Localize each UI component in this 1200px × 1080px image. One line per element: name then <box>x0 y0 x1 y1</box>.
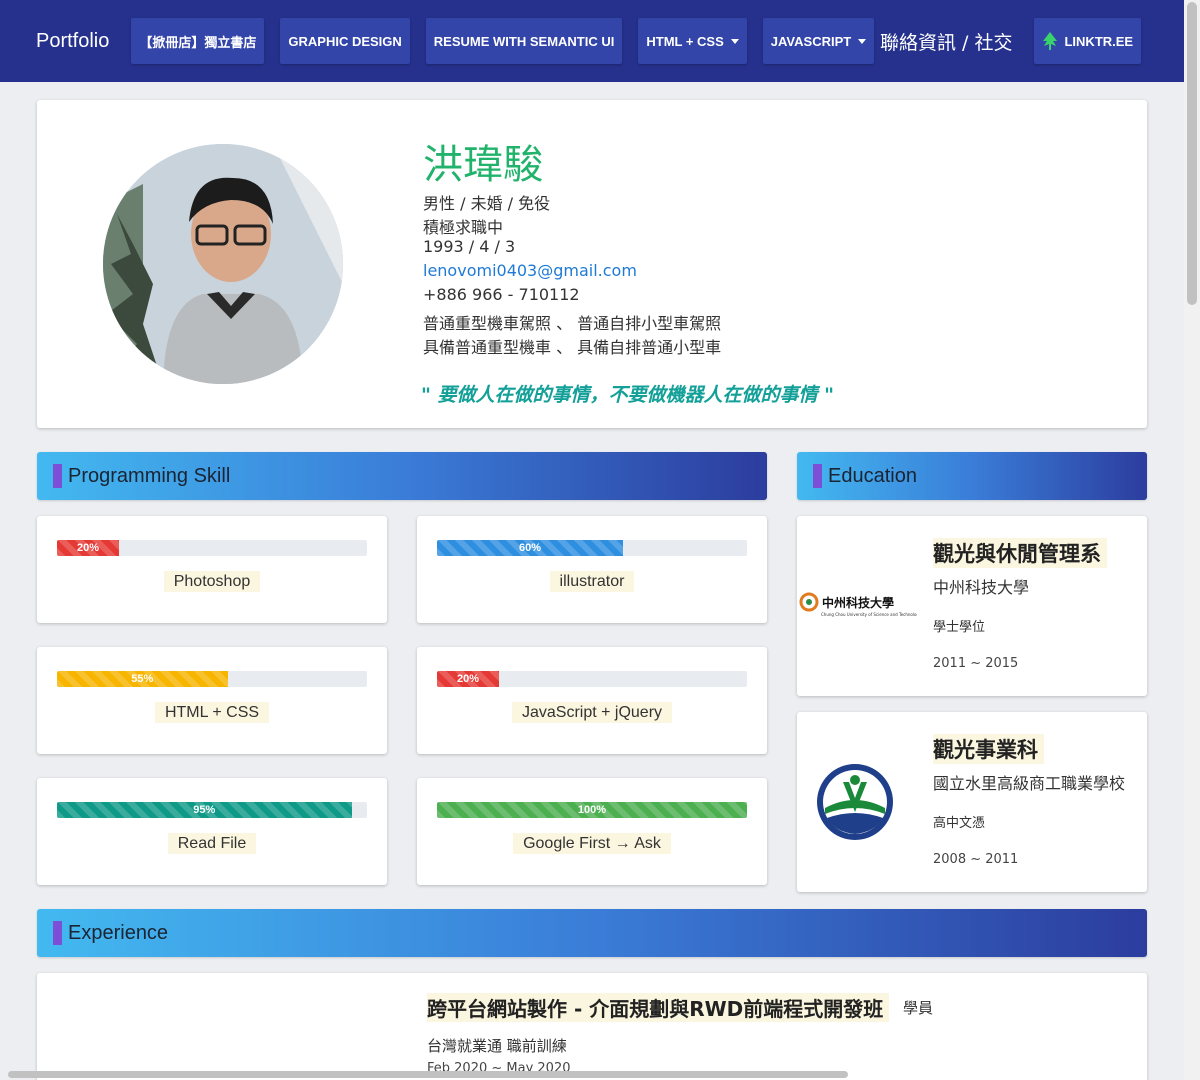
education-date: 2011 ~ 2015 <box>933 656 1019 671</box>
education-major: 觀光與休閒管理系 <box>933 538 1107 568</box>
top-navbar: Portfolio 【掀冊店】獨立書店 GRAPHIC DESIGN RESUM… <box>0 0 1184 82</box>
skill-label: illustrator <box>549 571 635 592</box>
profile-license-2: 具備普通重型機車 、 具備自排普通小型車 <box>423 338 722 357</box>
skill-card: 95% Read File <box>37 778 387 885</box>
section-header-skills: Programming Skill <box>37 452 767 500</box>
progress-track: 55% <box>57 671 367 687</box>
avatar <box>103 144 343 384</box>
progress-track: 20% <box>437 671 747 687</box>
profile-quote: " 要做人在做的事情，不要做機器人在做的事情 " <box>421 384 835 406</box>
school-logo <box>817 764 893 840</box>
section-header-education: Education <box>797 452 1147 500</box>
profile-license-1: 普通重型機車駕照 、 普通自排小型車駕照 <box>423 314 722 333</box>
avatar-photo <box>103 144 343 384</box>
skill-card: 55% HTML + CSS <box>37 647 387 754</box>
progress-fill: 100% <box>437 802 747 818</box>
horizontal-scrollbar[interactable] <box>8 1071 848 1078</box>
nav-item-label: JAVASCRIPT <box>770 33 852 49</box>
progress-track: 100% <box>437 802 747 818</box>
nav-dropdown-javascript[interactable]: JAVASCRIPT <box>762 18 875 64</box>
linktree-button[interactable]: LINKTR.EE <box>1034 18 1142 64</box>
nav-item-resume[interactable]: RESUME WITH SEMANTIC UI <box>425 18 623 64</box>
progress-track: 20% <box>57 540 367 556</box>
education-school: 國立水里高級商工職業學校 <box>933 774 1126 793</box>
education-card: 中州科技大學 Chung Chou University of Science … <box>797 516 1147 696</box>
brand-logo[interactable]: Portfolio <box>36 30 109 53</box>
nav-item-label: 【掀冊店】獨立書店 <box>139 34 257 50</box>
university-emblem-icon <box>799 592 819 612</box>
progress-track: 60% <box>437 540 747 556</box>
section-title: Programming Skill <box>68 464 231 487</box>
education-degree: 學士學位 <box>933 620 986 635</box>
progress-fill: 20% <box>57 540 119 556</box>
progress-fill: 95% <box>57 802 352 818</box>
profile-phone: +886 966 - 710112 <box>423 285 580 304</box>
nav-contact-link[interactable]: 聯絡資訊 / 社交 <box>880 28 1012 55</box>
education-date: 2008 ~ 2011 <box>933 852 1019 867</box>
progress-fill: 55% <box>57 671 228 687</box>
skill-label: HTML + CSS <box>154 702 270 723</box>
caret-down-icon <box>730 38 739 44</box>
progress-fill: 60% <box>437 540 623 556</box>
education-school: 中州科技大學 <box>933 578 1030 597</box>
skill-label: Read File <box>167 833 257 854</box>
progress-track: 95% <box>57 802 367 818</box>
section-header-experience: Experience <box>37 909 1147 957</box>
skill-label: Google First → Ask <box>513 833 671 854</box>
profile-gender-line: 男性 / 未婚 / 免役 <box>423 194 551 213</box>
experience-org: 台灣就業通 職前訓練 <box>427 1037 567 1055</box>
skill-card: 20% Photoshop <box>37 516 387 623</box>
experience-card: 跨平台網站製作 - 介面規劃與RWD前端程式開發班 學員 台灣就業通 職前訓練 … <box>37 973 1147 1080</box>
progress-fill: 20% <box>437 671 499 687</box>
nav-item-graphic-design[interactable]: GRAPHIC DESIGN <box>280 18 410 64</box>
skill-card: 20% JavaScript + jQuery <box>417 647 767 754</box>
section-marker <box>813 464 822 488</box>
section-marker <box>53 921 62 945</box>
logo-subtext: Chung Chou University of Science and Tec… <box>821 612 917 617</box>
section-marker <box>53 464 62 488</box>
education-major: 觀光事業科 <box>933 734 1044 764</box>
nav-dropdown-html-css[interactable]: HTML + CSS <box>638 18 747 64</box>
skill-label: Photoshop <box>163 571 261 592</box>
profile-email-link[interactable]: lenovomi0403@gmail.com <box>423 261 637 280</box>
profile-card: 洪瑋駿 男性 / 未婚 / 免役 積極求職中 1993 / 4 / 3 leno… <box>37 100 1147 428</box>
education-card: 觀光事業科 國立水里高級商工職業學校 高中文憑 2008 ~ 2011 <box>797 712 1147 892</box>
nav-item-bookstore[interactable]: 【掀冊店】獨立書店 <box>131 18 265 64</box>
linktree-label: LINKTR.EE <box>1064 33 1134 49</box>
skill-card: 100% Google First → Ask <box>417 778 767 885</box>
section-title: Education <box>828 464 917 487</box>
nav-item-label: HTML + CSS <box>646 33 724 49</box>
university-logo: 中州科技大學 Chung Chou University of Science … <box>797 592 917 617</box>
skill-card: 60% illustrator <box>417 516 767 623</box>
vertical-scrollbar[interactable] <box>1184 0 1200 1080</box>
logo-text: 中州科技大學 <box>822 595 895 610</box>
skill-label: JavaScript + jQuery <box>511 702 673 723</box>
education-degree: 高中文憑 <box>933 816 986 831</box>
profile-birthday: 1993 / 4 / 3 <box>423 237 516 256</box>
experience-role: 學員 <box>903 999 934 1017</box>
profile-name: 洪瑋駿 <box>423 142 543 188</box>
caret-down-icon <box>858 38 867 44</box>
section-title: Experience <box>68 921 169 944</box>
scrollbar-thumb[interactable] <box>1187 2 1197 305</box>
profile-status: 積極求職中 <box>423 218 504 237</box>
nav-item-label: RESUME WITH SEMANTIC UI <box>433 33 615 49</box>
experience-title: 跨平台網站製作 - 介面規劃與RWD前端程式開發班 <box>427 993 890 1022</box>
nav-item-label: GRAPHIC DESIGN <box>288 33 402 49</box>
tree-icon <box>1043 32 1058 50</box>
